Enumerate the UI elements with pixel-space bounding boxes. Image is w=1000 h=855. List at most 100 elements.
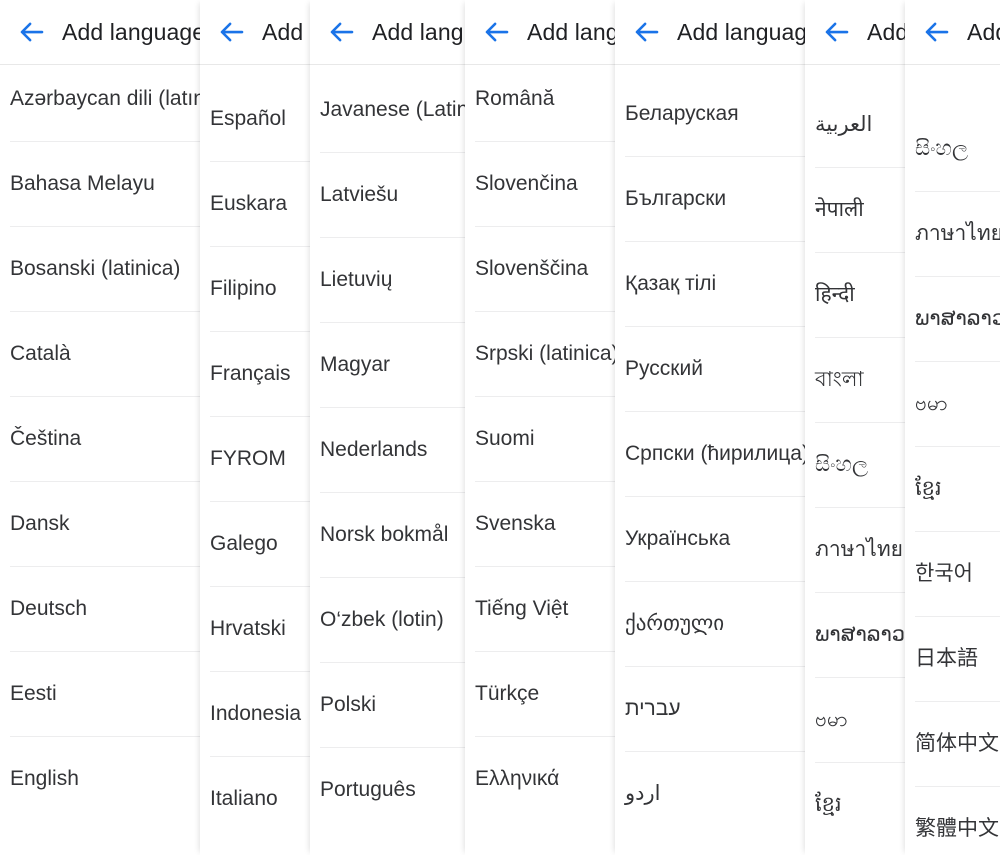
list-item[interactable]: Português [310, 748, 465, 833]
back-arrow-icon[interactable] [915, 10, 959, 54]
page-title: Add language [967, 18, 1000, 45]
list-item[interactable]: Български [615, 157, 805, 242]
list-item[interactable]: සිංහල [905, 107, 1000, 192]
language-name: Ελληνικά [475, 767, 560, 791]
list-item[interactable]: العربية [805, 83, 905, 168]
language-name: ქართული [625, 612, 725, 636]
list-item[interactable]: Magyar [310, 323, 465, 408]
list-item[interactable]: Українська [615, 497, 805, 582]
list-item[interactable]: Čeština [0, 397, 200, 482]
list-item[interactable]: Norsk bokmål [310, 493, 465, 578]
list-item[interactable]: Slovenčina [465, 142, 615, 227]
list-item[interactable]: Polski [310, 663, 465, 748]
list-item[interactable]: Català [0, 312, 200, 397]
app-bar: Add language [0, 0, 200, 65]
language-name: Български [625, 187, 727, 211]
list-item[interactable]: Türkçe [465, 652, 615, 737]
list-item[interactable]: 日本語 [905, 617, 1000, 702]
back-arrow-icon[interactable] [625, 10, 669, 54]
language-list[interactable]: Română Slovenčina Slovenščina Srpski (latin… [465, 65, 615, 855]
back-arrow-icon[interactable] [10, 10, 54, 54]
list-item[interactable]: Srpski (latinica) [465, 312, 615, 397]
list-item[interactable]: Dansk [0, 482, 200, 567]
list-item[interactable]: 简体中文 [905, 702, 1000, 787]
language-name: Lietuvių [320, 268, 393, 292]
language-list[interactable]: العربية नेपाली हिन्दी বাংলা සිංහල ภาษาไทย ພາສາ… [805, 65, 905, 855]
list-item[interactable]: Azərbaycan dili (latın) [0, 65, 200, 142]
list-item[interactable]: Français [200, 332, 310, 417]
list-item[interactable]: Español [200, 77, 310, 162]
list-item[interactable]: ខ្មែរ [905, 447, 1000, 532]
list-item[interactable]: Қазақ тілі [615, 242, 805, 327]
language-name: Català [10, 342, 71, 366]
list-item[interactable]: اردو [615, 752, 805, 837]
language-panel: Add language Javanese (Latin) Latviešu Liet… [310, 0, 465, 855]
list-item[interactable]: Italiano [200, 757, 310, 842]
language-list[interactable]: Беларуская Български Қазақ тілі Русский Српс… [615, 65, 805, 855]
language-list[interactable]: Javanese (Latin) Latviešu Lietuvių Magyar Ne… [310, 65, 465, 855]
list-item[interactable]: Indonesia [200, 672, 310, 757]
list-item[interactable]: नेपाली [805, 168, 905, 253]
list-item[interactable]: Euskara [200, 162, 310, 247]
list-item[interactable]: English [0, 737, 200, 822]
list-item[interactable]: ພາສາລາວ [805, 593, 905, 678]
back-arrow-icon[interactable] [210, 10, 254, 54]
language-name: Indonesia [210, 702, 302, 726]
list-item[interactable]: ဗမာ [905, 362, 1000, 447]
list-item[interactable]: ဗမာ [805, 678, 905, 763]
list-item[interactable]: සිංහල [805, 423, 905, 508]
app-bar: Add language [805, 0, 905, 65]
list-item[interactable]: ქართული [615, 582, 805, 667]
language-name: ภาษาไทย [915, 222, 1000, 246]
list-item[interactable]: Bahasa Melayu [0, 142, 200, 227]
language-list[interactable]: Azərbaycan dili (latın) Bahasa Melayu Bosa… [0, 65, 200, 855]
list-item[interactable]: ພາສາລາວ [905, 277, 1000, 362]
language-name: العربية [815, 113, 873, 137]
back-arrow-icon[interactable] [475, 10, 519, 54]
list-item[interactable]: Беларуская [615, 72, 805, 157]
list-item[interactable]: 繁體中文 [905, 787, 1000, 855]
back-arrow-icon[interactable] [815, 10, 859, 54]
list-item[interactable]: FYROM [200, 417, 310, 502]
language-name: Français [210, 362, 291, 386]
list-item[interactable]: Javanese (Latin) [310, 68, 465, 153]
language-list[interactable]: Español Euskara Filipino Français FYROM Galeg… [200, 65, 310, 855]
list-item[interactable]: Română [465, 65, 615, 142]
list-item[interactable]: Ελληνικά [465, 737, 615, 822]
list-item[interactable]: Српски (ћирилица) [615, 412, 805, 497]
language-name: ဗမာ [815, 708, 848, 732]
language-name: 简体中文 [915, 732, 999, 756]
app-bar: Add language [200, 0, 310, 65]
list-item[interactable]: বাংলা [805, 338, 905, 423]
list-item[interactable]: Tiếng Việt [465, 567, 615, 652]
list-item[interactable]: O‘zbek (lotin) [310, 578, 465, 663]
list-item[interactable]: Deutsch [0, 567, 200, 652]
list-item[interactable]: Suomi [465, 397, 615, 482]
list-item[interactable]: हिन्दी [805, 253, 905, 338]
language-name: Filipino [210, 277, 277, 301]
list-item[interactable]: Bosanski (latinica) [0, 227, 200, 312]
list-item[interactable]: Galego [200, 502, 310, 587]
list-item[interactable]: Svenska [465, 482, 615, 567]
language-name: O‘zbek (lotin) [320, 608, 444, 632]
list-item[interactable]: Latviešu [310, 153, 465, 238]
list-item[interactable]: Nederlands [310, 408, 465, 493]
list-item[interactable]: ខ្មែរ [805, 763, 905, 848]
language-name: Español [210, 107, 286, 131]
list-item[interactable]: Filipino [200, 247, 310, 332]
language-list[interactable]: සිංහල ภาษาไทย ພາສາລາວ ဗမာ ខ្មែរ 한국어 日本語简体中文繁體中… [905, 65, 1000, 855]
list-item[interactable]: ภาษาไทย [805, 508, 905, 593]
list-item[interactable]: 한국어 [905, 532, 1000, 617]
list-item[interactable]: Slovenščina [465, 227, 615, 312]
list-item[interactable]: Lietuvių [310, 238, 465, 323]
back-arrow-icon[interactable] [320, 10, 364, 54]
list-item[interactable]: Русский [615, 327, 805, 412]
list-item[interactable]: עברית [615, 667, 805, 752]
language-name: 한국어 [915, 562, 973, 586]
list-item[interactable]: ภาษาไทย [905, 192, 1000, 277]
language-name: हिन्दी [815, 283, 855, 307]
language-name: FYROM [210, 447, 286, 471]
list-item[interactable]: Hrvatski [200, 587, 310, 672]
language-name: Türkçe [475, 682, 540, 706]
list-item[interactable]: Eesti [0, 652, 200, 737]
